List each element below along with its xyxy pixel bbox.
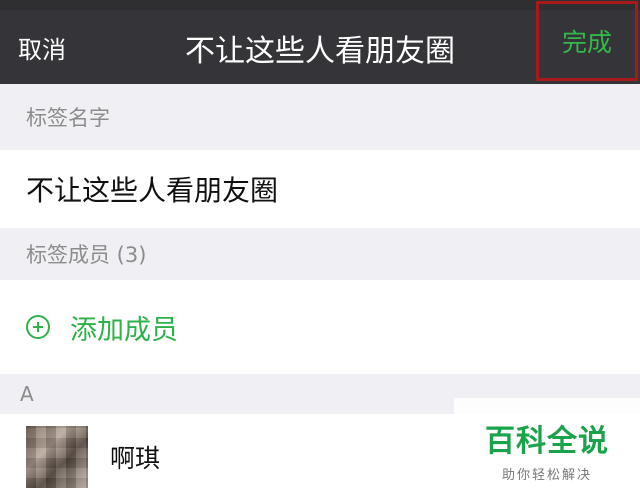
contact-name: 啊琪 bbox=[110, 444, 161, 473]
tag-name-value: 不让这些人看朋友圈 bbox=[26, 174, 279, 207]
plus-circle-icon bbox=[26, 315, 50, 339]
avatar bbox=[26, 426, 88, 488]
tag-members-header: 标签成员 (3) bbox=[0, 228, 640, 280]
done-button[interactable]: 完成 bbox=[536, 1, 638, 81]
add-member-button[interactable]: 添加成员 bbox=[0, 280, 640, 374]
watermark-subtitle: 助你轻松解决 bbox=[501, 467, 592, 483]
tag-name-header: 标签名字 bbox=[0, 84, 640, 150]
cancel-button[interactable]: 取消 bbox=[18, 30, 66, 65]
watermark-title: 百科全说 bbox=[485, 423, 609, 459]
watermark-logo: 百科全说 助你轻松解决 bbox=[454, 398, 640, 500]
done-button-label: 完成 bbox=[561, 28, 612, 57]
tag-name-field[interactable]: 不让这些人看朋友圈 bbox=[0, 150, 640, 228]
add-member-label: 添加成员 bbox=[70, 314, 178, 346]
